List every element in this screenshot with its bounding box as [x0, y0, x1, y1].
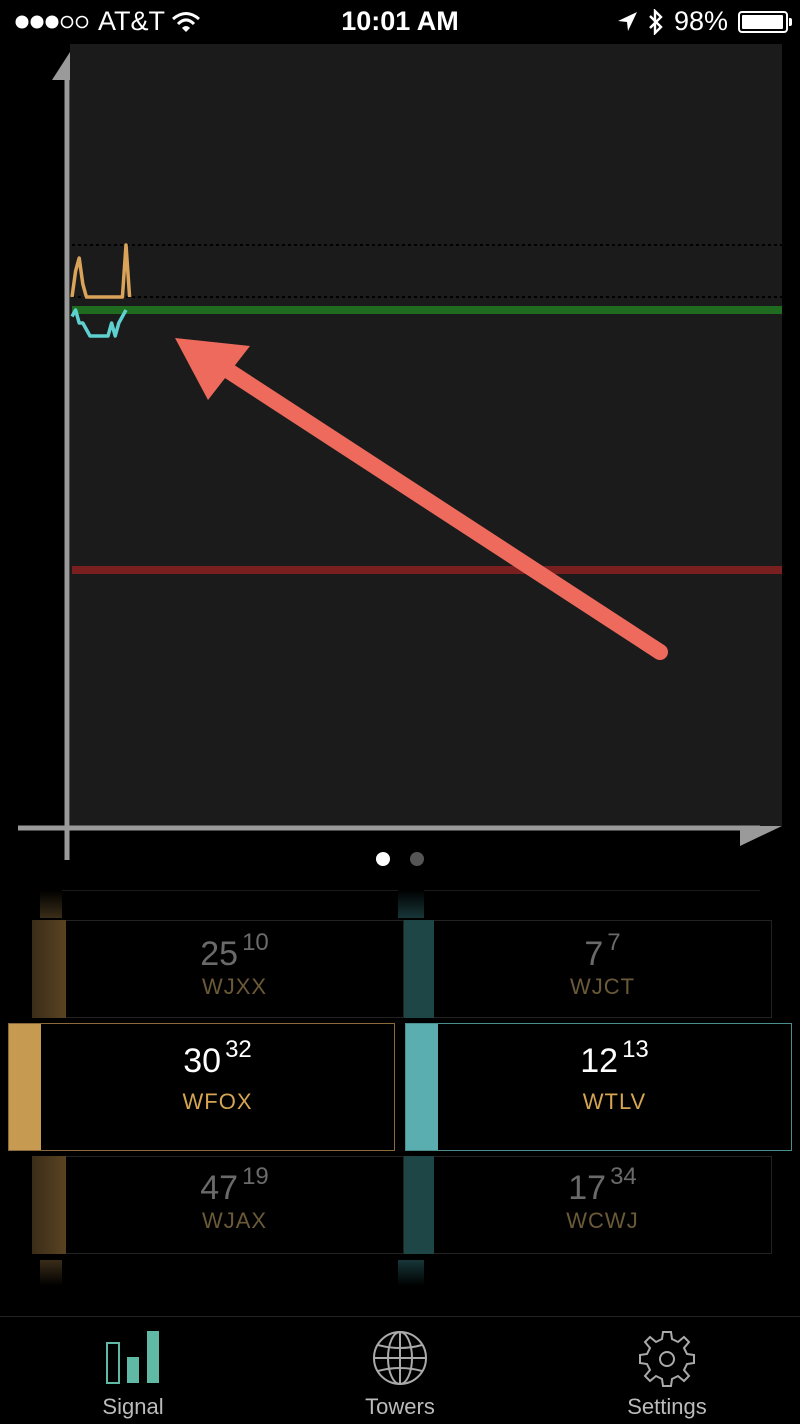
- left-sup: 10: [242, 929, 269, 956]
- status-bar: AT&T 10:01 AM 98%: [0, 0, 800, 44]
- right-sup: 13: [622, 1036, 649, 1063]
- left-swatch: [40, 890, 62, 918]
- tab-signal-label: Signal: [102, 1394, 164, 1419]
- right-swatch: [406, 1024, 438, 1150]
- right-cell[interactable]: 12 13 WTLV: [438, 1024, 791, 1150]
- bluetooth-icon: [649, 8, 663, 35]
- left-station: WFOX: [182, 1089, 253, 1114]
- left-station: WJXX: [201, 974, 268, 999]
- x-axis-arrow-icon: [740, 826, 782, 846]
- tab-towers[interactable]: Towers: [267, 1317, 533, 1424]
- right-station: WTLV: [582, 1089, 647, 1114]
- chart-background: [70, 44, 782, 826]
- battery-fill: [742, 14, 783, 29]
- page-indicator[interactable]: [0, 852, 800, 866]
- right-swatch: [404, 920, 434, 1018]
- right-sup: 34: [610, 1163, 637, 1190]
- selected-right-box[interactable]: 12 13 WTLV: [405, 1023, 792, 1151]
- right-value: 7: [584, 935, 604, 973]
- picker-row-below[interactable]: 47 19 WJAX 17 34 WCWJ: [32, 1156, 772, 1254]
- location-arrow-icon: [617, 11, 637, 31]
- tab-settings-label: Settings: [627, 1394, 707, 1419]
- globe-icon: [373, 1331, 427, 1385]
- signal-bars-icon: [106, 1331, 159, 1384]
- left-cell[interactable]: 30 32 WFOX: [41, 1024, 394, 1150]
- station-picker[interactable]: 2510 WJXX 77 WJCT 3032 WFOX 1213 WTLV: [0, 890, 800, 1290]
- picker-top-fade: [40, 890, 760, 918]
- right-station: WJCT: [569, 974, 636, 999]
- right-sup: 7: [607, 929, 621, 956]
- selected-left-box[interactable]: 30 32 WFOX: [8, 1023, 395, 1151]
- gear-icon: [639, 1331, 695, 1387]
- left-sup: 32: [225, 1036, 252, 1063]
- picker-row-selected[interactable]: 30 32 WFOX 12 13 WTLV: [8, 1023, 792, 1151]
- left-station: WJAX: [201, 1208, 268, 1233]
- battery-icon: [738, 10, 792, 33]
- tab-bar: Signal Towers Settings: [0, 1316, 800, 1424]
- picker-row-above[interactable]: 25 10 WJXX 77 WJCT: [32, 920, 772, 1018]
- y-axis-arrow-icon: [52, 52, 70, 80]
- right-cell[interactable]: 77 WJCT: [434, 920, 772, 1018]
- right-swatch: [404, 1156, 434, 1254]
- left-cell[interactable]: 25 10 WJXX: [66, 920, 404, 1018]
- tab-towers-label: Towers: [365, 1394, 435, 1419]
- left-value: 30: [183, 1042, 222, 1080]
- left-cell[interactable]: 47 19 WJAX: [66, 1156, 404, 1254]
- left-value: 47: [200, 1169, 239, 1207]
- page-dot[interactable]: [410, 852, 424, 866]
- battery-percent: 98%: [673, 6, 728, 36]
- left-value: 25: [200, 935, 239, 973]
- left-swatch: [32, 920, 66, 1018]
- right-value: 17: [568, 1169, 607, 1207]
- left-swatch: [9, 1024, 41, 1150]
- right-value: 12: [580, 1042, 619, 1080]
- tab-settings[interactable]: Settings: [534, 1317, 800, 1424]
- left-swatch: [32, 1156, 66, 1254]
- signal-chart: [18, 44, 782, 860]
- tab-signal[interactable]: Signal: [0, 1317, 266, 1424]
- left-sup: 19: [242, 1163, 269, 1190]
- page-dot[interactable]: [376, 852, 390, 866]
- right-station: WCWJ: [566, 1208, 639, 1233]
- status-right: 98%: [616, 6, 792, 37]
- picker-bottom-fade: [40, 1260, 760, 1286]
- right-cell[interactable]: 17 34 WCWJ: [434, 1156, 772, 1254]
- right-swatch: [398, 890, 424, 918]
